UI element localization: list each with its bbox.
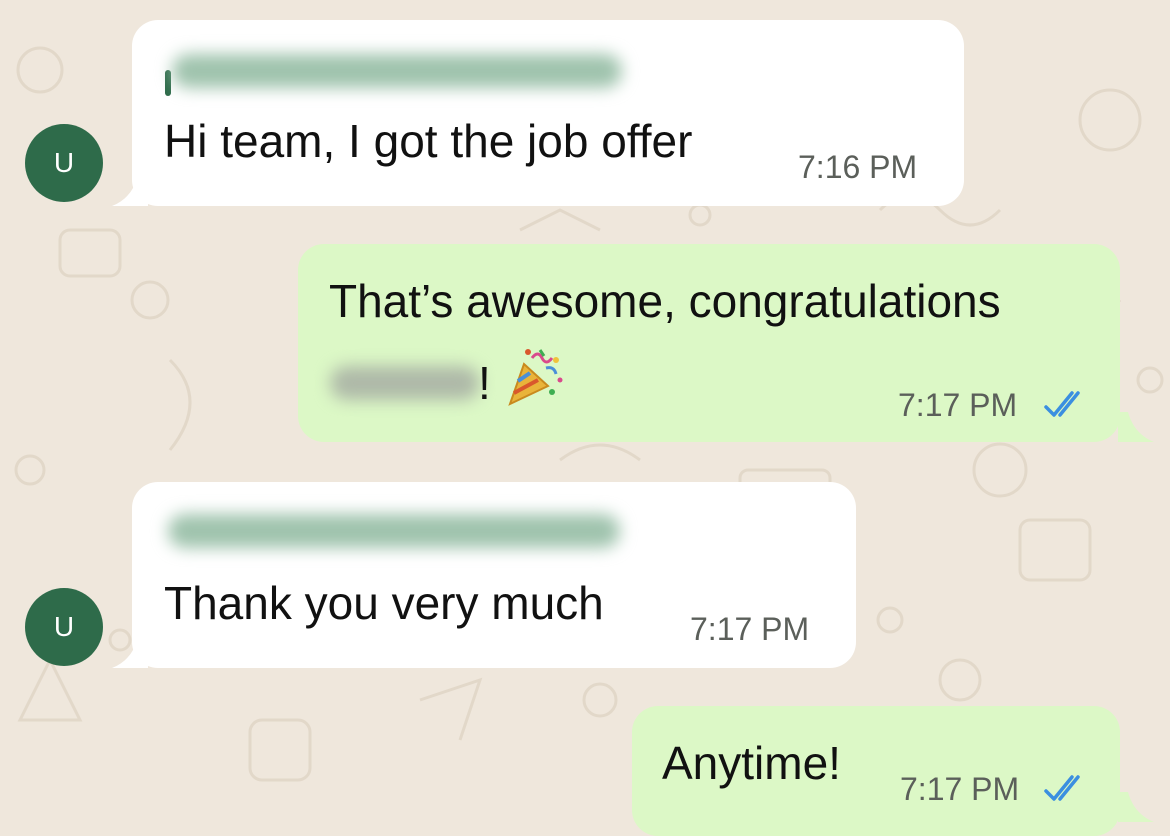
party-popper-icon xyxy=(508,349,563,406)
read-receipt-icon xyxy=(1044,775,1080,801)
sender-name-redacted xyxy=(172,54,622,88)
avatar-initial: U xyxy=(53,147,75,178)
sender-name-redacted xyxy=(168,514,620,548)
message-time: 7:17 PM xyxy=(690,611,810,647)
bubble-tail xyxy=(1118,412,1154,442)
avatar-initial: U xyxy=(53,611,75,642)
message-time: 7:17 PM xyxy=(900,771,1020,807)
sender-name-marker xyxy=(165,70,171,96)
message-time: 7:17 PM xyxy=(898,387,1018,423)
read-receipt-icon xyxy=(1044,391,1080,417)
bubble-tail xyxy=(1118,792,1154,822)
message-text: Anytime! xyxy=(662,737,841,789)
incoming-message-bubble[interactable]: Thank you very much 7:17 PM xyxy=(132,482,856,668)
recipient-name-redacted xyxy=(330,366,480,400)
contact-avatar[interactable]: U xyxy=(25,588,103,666)
message-text: That’s awesome, congratulations xyxy=(329,275,1001,327)
outgoing-message-bubble[interactable]: Anytime! 7:17 PM xyxy=(632,706,1120,836)
message-text-suffix: ! xyxy=(478,357,491,409)
outgoing-message-bubble[interactable]: That’s awesome, congratulations ! 7:17 P… xyxy=(298,244,1120,442)
message-text: Thank you very much xyxy=(164,577,604,629)
incoming-message-bubble[interactable]: Hi team, I got the job offer 7:16 PM xyxy=(132,20,964,206)
message-text: Hi team, I got the job offer xyxy=(164,115,693,167)
contact-avatar[interactable]: U xyxy=(25,124,103,202)
message-time: 7:16 PM xyxy=(798,149,918,185)
